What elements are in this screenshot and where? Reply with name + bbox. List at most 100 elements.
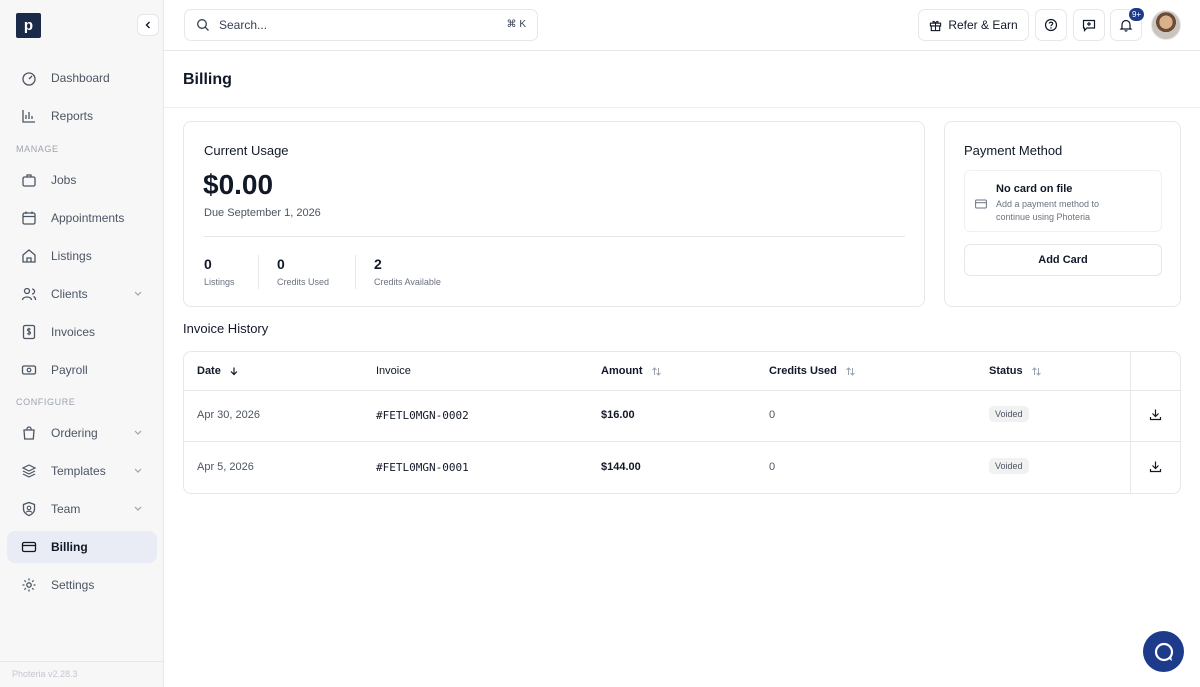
top-bar: Search... ⌘ K Refer & Earn 9+ (164, 0, 1200, 51)
download-icon (1149, 461, 1162, 473)
home-icon (21, 248, 37, 264)
chat-launcher-button[interactable] (1143, 631, 1184, 672)
chevron-down-icon (134, 506, 142, 511)
usage-amount: $0.00 (203, 169, 274, 200)
sidebar-item-dashboard[interactable]: Dashboard (7, 62, 157, 94)
sidebar-item-clients[interactable]: Clients (7, 278, 157, 310)
sidebar-item-label: Jobs (51, 173, 77, 187)
invoice-history-heading: Invoice History (183, 321, 269, 336)
add-card-button[interactable]: Add Card (964, 244, 1162, 276)
column-header-amount[interactable]: Amount (601, 365, 662, 377)
row-divider (184, 441, 1180, 442)
stat-label: Listings (204, 277, 235, 287)
gear-icon (21, 577, 37, 593)
payment-method-card: Payment Method No card on file Add a pay… (944, 121, 1181, 307)
sort-icon (846, 366, 855, 376)
status-badge: Voided (989, 458, 1029, 474)
help-circle-icon (1044, 18, 1058, 32)
search-shortcut: ⌘ K (506, 19, 526, 30)
stat-separator (258, 255, 259, 289)
feedback-button[interactable] (1073, 9, 1105, 41)
bar-chart-icon (21, 108, 37, 124)
stat-separator (355, 255, 356, 289)
section-label-configure: CONFIGURE (16, 397, 76, 407)
users-icon (21, 286, 37, 302)
sidebar-item-team[interactable]: Team (7, 493, 157, 525)
sort-icon (651, 366, 661, 376)
no-card-description: Add a payment method to continue using P… (996, 199, 1100, 222)
sidebar-item-ordering[interactable]: Ordering (7, 417, 157, 449)
column-header-label: Amount (601, 365, 643, 377)
no-card-title: No card on file (996, 183, 1073, 195)
section-label-manage: MANAGE (16, 144, 59, 154)
sidebar-item-label: Appointments (51, 211, 125, 225)
sidebar-item-label: Clients (51, 287, 88, 301)
sidebar-item-jobs[interactable]: Jobs (7, 164, 157, 196)
shopping-bag-icon (21, 425, 37, 441)
arrow-down-icon (230, 367, 238, 376)
layers-icon (21, 463, 37, 479)
column-header-label: Status (989, 365, 1023, 377)
avatar[interactable] (1151, 10, 1181, 40)
sidebar-item-payroll[interactable]: Payroll (7, 354, 157, 386)
column-header-date[interactable]: Date (197, 365, 239, 377)
cell-date: Apr 30, 2026 (197, 409, 260, 421)
sidebar-item-invoices[interactable]: Invoices (7, 316, 157, 348)
gauge-icon (21, 70, 37, 86)
usage-heading: Current Usage (204, 143, 289, 158)
sidebar-divider (0, 661, 164, 662)
gift-icon (930, 20, 942, 31)
sidebar-item-reports[interactable]: Reports (7, 100, 157, 132)
download-button[interactable] (1149, 408, 1162, 426)
sidebar: p Dashboard Reports MANAGE Jobs Appointm… (0, 0, 164, 687)
usage-due-date: Due September 1, 2026 (204, 207, 321, 219)
app-logo[interactable]: p (16, 13, 41, 38)
sidebar-item-label: Billing (51, 540, 88, 554)
sidebar-item-listings[interactable]: Listings (7, 240, 157, 272)
column-header-label: Credits Used (769, 365, 837, 377)
no-card-notice: No card on file Add a payment method to … (964, 170, 1162, 232)
column-header-label: Date (197, 365, 221, 377)
credit-card-icon (21, 539, 37, 555)
search-icon (197, 19, 209, 31)
message-square-plus-icon (1082, 19, 1096, 32)
sidebar-item-billing[interactable]: Billing (7, 531, 157, 563)
dollar-doc-icon (21, 324, 37, 340)
search-placeholder: Search... (219, 18, 268, 32)
briefcase-icon (21, 172, 37, 188)
credit-card-icon (975, 196, 987, 214)
sidebar-item-label: Team (51, 502, 81, 516)
sidebar-item-settings[interactable]: Settings (7, 569, 157, 601)
help-button[interactable] (1035, 9, 1067, 41)
page-header: Billing (164, 51, 1200, 108)
sidebar-item-label: Templates (51, 464, 106, 478)
cell-invoice[interactable]: #FETL0MGN-0002 (376, 409, 469, 422)
current-usage-card: Current Usage $0.00 Due September 1, 202… (183, 121, 925, 307)
sidebar-item-label: Reports (51, 109, 94, 123)
cell-date: Apr 5, 2026 (197, 461, 254, 473)
stat-credits-used: 0 Credits Used (277, 256, 329, 287)
sidebar-item-templates[interactable]: Templates (7, 455, 157, 487)
download-button[interactable] (1149, 460, 1162, 478)
cell-credits: 0 (769, 409, 776, 421)
banknote-icon (21, 362, 37, 378)
status-badge: Voided (989, 406, 1029, 422)
sidebar-item-label: Settings (51, 578, 95, 592)
download-icon (1149, 409, 1162, 421)
column-header-status[interactable]: Status (989, 365, 1042, 377)
collapse-sidebar-button[interactable] (137, 14, 159, 36)
column-header-invoice: Invoice (376, 365, 411, 377)
cell-invoice[interactable]: #FETL0MGN-0001 (376, 461, 469, 474)
column-header-credits-used[interactable]: Credits Used (769, 365, 856, 377)
cell-credits: 0 (769, 461, 776, 473)
refer-earn-button[interactable]: Refer & Earn (918, 9, 1029, 41)
search-input[interactable]: Search... ⌘ K (184, 9, 538, 41)
payment-heading: Payment Method (964, 143, 1063, 158)
cell-amount: $144.00 (601, 461, 641, 473)
chat-bubble-icon (1154, 642, 1173, 661)
chevron-down-icon (134, 291, 142, 296)
stat-value: 2 (374, 256, 382, 272)
row-divider (184, 390, 1180, 391)
sidebar-item-appointments[interactable]: Appointments (7, 202, 157, 234)
chevron-left-icon (145, 21, 150, 29)
